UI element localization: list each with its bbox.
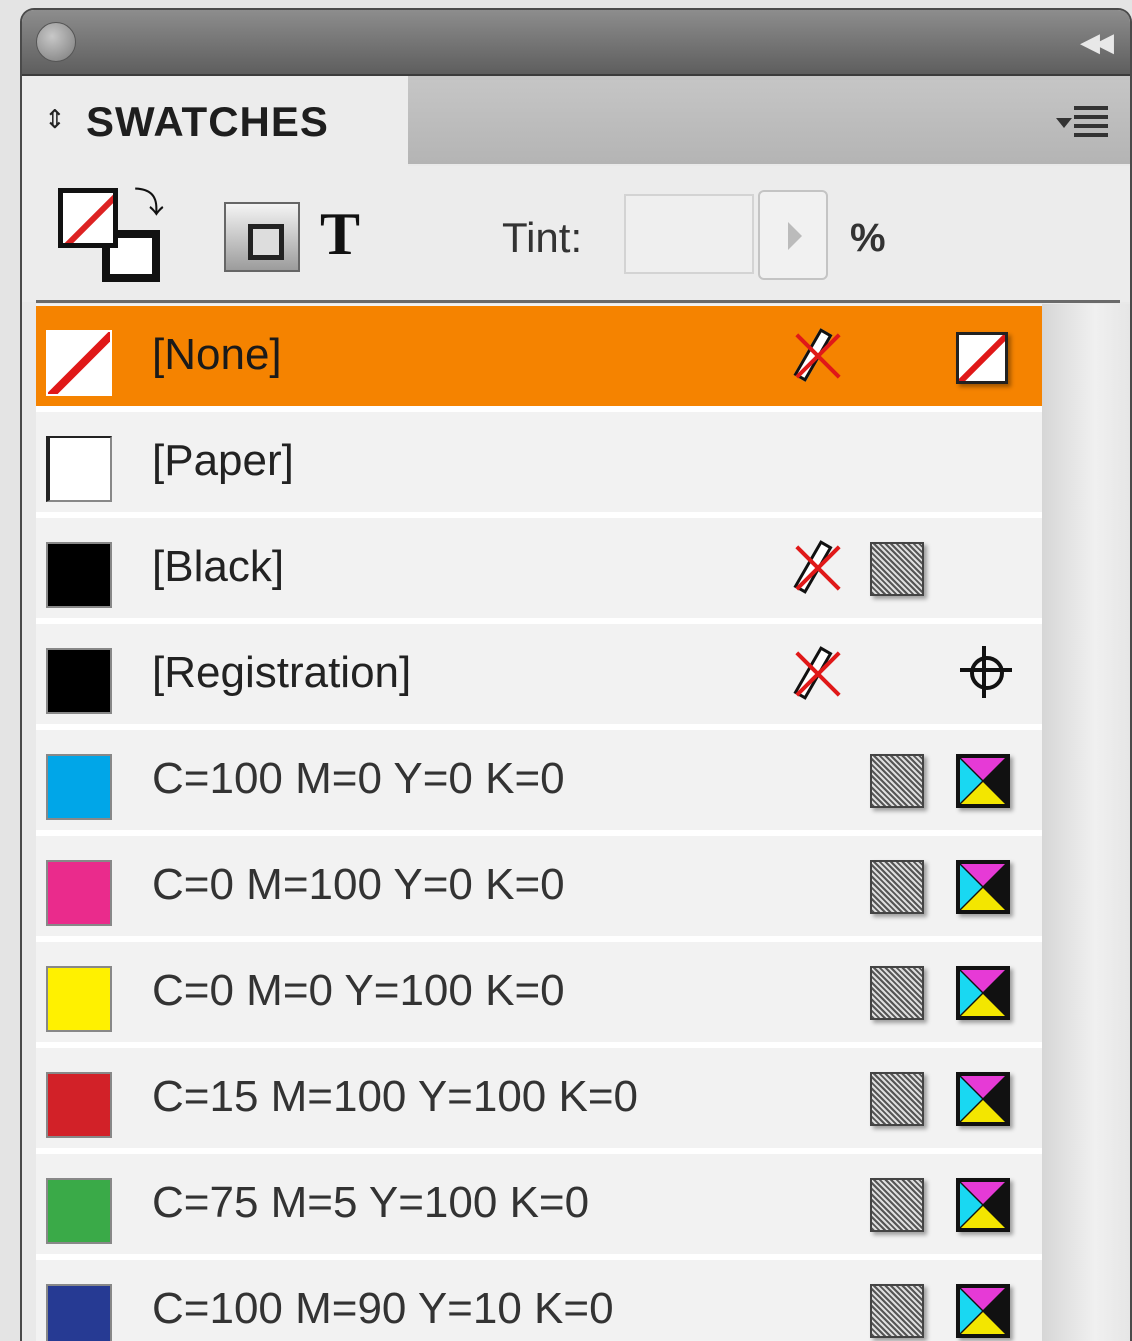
swatch-name: C=100 M=0 Y=0 K=0 xyxy=(152,754,565,803)
cmyk-mode-icon xyxy=(956,966,1010,1020)
cmyk-mode-icon xyxy=(956,860,1010,914)
scrollbar[interactable] xyxy=(1042,304,1130,1341)
swatch-row[interactable]: [Registration] xyxy=(36,624,1042,730)
fill-stroke-widget[interactable]: ⤵ xyxy=(56,184,166,284)
swatch-color-chip xyxy=(46,966,112,1032)
swatches-panel: ◀◀ ⇕ SWATCHES ⤵ T Tint: % [None] [Paper][… xyxy=(20,8,1132,1341)
cmyk-mode-icon xyxy=(956,1178,1010,1232)
process-color-icon xyxy=(870,1072,924,1126)
swatch-color-chip xyxy=(46,860,112,926)
swatch-color-chip xyxy=(46,542,112,608)
close-icon[interactable] xyxy=(36,22,76,62)
swatch-name: [Registration] xyxy=(152,648,412,697)
non-editable-pencil-icon xyxy=(792,540,842,600)
cmyk-mode-icon xyxy=(956,1284,1010,1338)
panel-menu-icon[interactable] xyxy=(1056,104,1112,144)
formatting-affects-container-button[interactable] xyxy=(224,202,300,272)
collapse-icon[interactable]: ◀◀ xyxy=(1080,28,1116,56)
swatch-row[interactable]: [Black] xyxy=(36,518,1042,624)
swatch-name: C=100 M=90 Y=10 K=0 xyxy=(152,1284,614,1333)
swatch-row[interactable]: C=0 M=0 Y=100 K=0 xyxy=(36,942,1042,1048)
swatch-color-chip xyxy=(46,1072,112,1138)
swatch-row[interactable]: [None] xyxy=(36,306,1042,412)
swatch-color-chip xyxy=(46,648,112,714)
process-color-icon xyxy=(870,966,924,1020)
swatch-row[interactable]: C=100 M=90 Y=10 K=0 xyxy=(36,1260,1042,1341)
non-editable-pencil-icon xyxy=(792,646,842,706)
panel-titlebar[interactable]: ◀◀ xyxy=(22,10,1130,76)
registration-icon xyxy=(960,646,1012,698)
tint-slider-arrow-button[interactable] xyxy=(758,190,828,280)
cmyk-mode-icon xyxy=(956,754,1010,808)
tint-input[interactable] xyxy=(624,194,754,274)
process-color-icon xyxy=(870,754,924,808)
process-color-icon xyxy=(870,1178,924,1232)
swatch-color-chip xyxy=(46,330,112,396)
swatch-row[interactable]: C=0 M=100 Y=0 K=0 xyxy=(36,836,1042,942)
formatting-affects-text-button[interactable]: T xyxy=(320,200,360,269)
non-editable-pencil-icon xyxy=(792,328,842,388)
swatch-color-chip xyxy=(46,754,112,820)
tint-unit: % xyxy=(850,216,886,260)
swatches-toolbar: ⤵ T Tint: % xyxy=(22,166,1130,302)
swatch-row[interactable]: C=75 M=5 Y=100 K=0 xyxy=(36,1154,1042,1260)
swatch-color-chip xyxy=(46,436,112,502)
swatch-name: [None] xyxy=(152,330,282,379)
swatch-name: C=15 M=100 Y=100 K=0 xyxy=(152,1072,639,1121)
cmyk-mode-icon xyxy=(956,1072,1010,1126)
swatch-row[interactable]: C=100 M=0 Y=0 K=0 xyxy=(36,730,1042,836)
swatch-name: C=0 M=100 Y=0 K=0 xyxy=(152,860,565,909)
swatch-name: C=75 M=5 Y=100 K=0 xyxy=(152,1178,590,1227)
swatch-list: [None] [Paper] [Black] [Registration] C=100 … xyxy=(36,304,1042,1341)
divider xyxy=(36,300,1120,303)
tint-label: Tint: xyxy=(502,214,583,261)
swatch-name: C=0 M=0 Y=100 K=0 xyxy=(152,966,565,1015)
swatch-name: [Paper] xyxy=(152,436,294,485)
swatch-color-chip xyxy=(46,1284,112,1341)
process-color-icon xyxy=(870,860,924,914)
swatch-row[interactable]: [Paper] xyxy=(36,412,1042,518)
process-color-icon xyxy=(870,1284,924,1338)
tab-strip: ⇕ SWATCHES xyxy=(22,76,1130,166)
tab-swatches[interactable]: ⇕ SWATCHES xyxy=(22,76,408,166)
process-color-icon xyxy=(870,542,924,596)
panel-title: SWATCHES xyxy=(86,98,329,145)
swatch-color-chip xyxy=(46,1178,112,1244)
swap-fill-stroke-icon[interactable]: ⤵ xyxy=(134,178,164,222)
none-swatch-icon xyxy=(956,332,1008,384)
swatch-name: [Black] xyxy=(152,542,285,591)
expand-arrows-icon[interactable]: ⇕ xyxy=(44,104,66,135)
fill-swatch-icon[interactable] xyxy=(58,188,118,248)
swatch-row[interactable]: C=15 M=100 Y=100 K=0 xyxy=(36,1048,1042,1154)
